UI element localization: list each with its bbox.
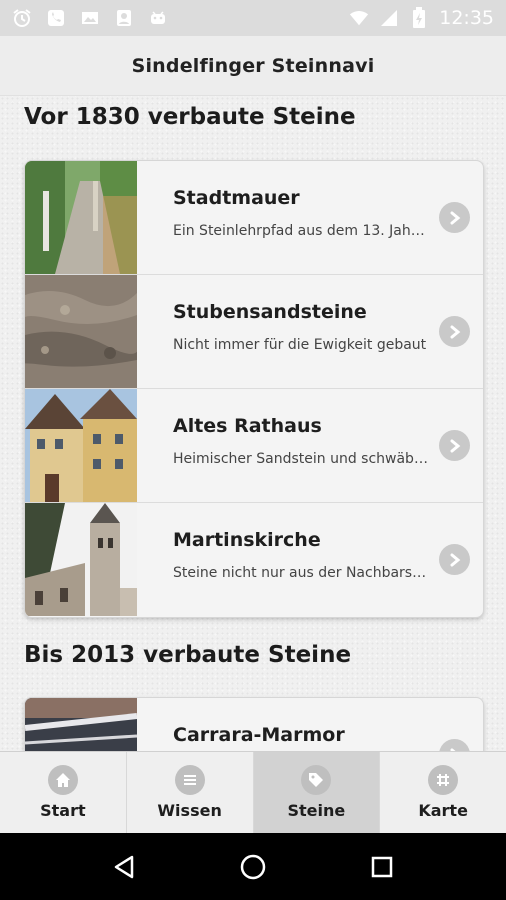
phone-icon: [46, 8, 66, 28]
back-icon[interactable]: [104, 847, 144, 887]
nav-label: Steine: [287, 801, 346, 820]
status-bar: 12:35: [0, 0, 506, 36]
home-circle-icon[interactable]: [233, 847, 273, 887]
chevron-right-icon[interactable]: [439, 544, 470, 575]
section-title-until-2013: Bis 2013 verbaute Steine: [24, 642, 352, 668]
stone-list-card-until-2013: Carrara-Marmor: [24, 697, 484, 751]
carrara-marmor-thumbnail: [25, 698, 137, 751]
page-title: Sindelfinger Steinnavi: [131, 54, 375, 77]
chevron-right-icon[interactable]: [439, 316, 470, 347]
stadtmauer-thumbnail: [25, 161, 137, 274]
home-icon: [47, 765, 78, 795]
content-scroll-area[interactable]: Vor 1830 verbaute Steine Stadtmauer Ein …: [0, 96, 506, 751]
nav-tab-karte[interactable]: Karte: [380, 752, 506, 833]
account-icon: [114, 8, 134, 28]
list-item-martinskirche[interactable]: Martinskirche Steine nicht nur aus der N…: [25, 503, 483, 617]
list-item-stadtmauer[interactable]: Stadtmauer Ein Steinlehrpfad aus dem 13.…: [25, 161, 483, 275]
item-subtitle: Steine nicht nur aus der Nachbarschaft: [173, 565, 429, 581]
bottom-navigation: Start Wissen Steine Karte: [0, 751, 506, 833]
stubensandsteine-thumbnail: [25, 275, 137, 388]
item-title: Stubensandsteine: [173, 301, 367, 323]
list-item-stubensandsteine[interactable]: Stubensandsteine Nicht immer für die Ewi…: [25, 275, 483, 389]
chevron-right-icon[interactable]: [439, 430, 470, 461]
list-item-carrara-marmor[interactable]: Carrara-Marmor: [25, 698, 483, 751]
item-title: Martinskirche: [173, 529, 321, 551]
battery-icon: [409, 7, 429, 28]
tag-icon: [301, 765, 332, 795]
nav-tab-steine[interactable]: Steine: [253, 752, 381, 833]
section-title-before-1830: Vor 1830 verbaute Steine: [24, 104, 356, 130]
item-title: Stadtmauer: [173, 187, 300, 209]
wifi-icon: [349, 8, 369, 28]
system-navigation-bar: [0, 833, 506, 900]
item-subtitle: Heimischer Sandstein und schwäbisches Fa…: [173, 451, 429, 467]
item-subtitle: Nicht immer für die Ewigkeit gebaut: [173, 337, 427, 353]
list-item-altes-rathaus[interactable]: Altes Rathaus Heimischer Sandstein und s…: [25, 389, 483, 503]
recents-icon[interactable]: [362, 847, 402, 887]
app-bar: Sindelfinger Steinnavi: [0, 36, 506, 96]
signal-icon: [379, 8, 399, 28]
altes-rathaus-thumbnail: [25, 389, 137, 502]
status-time: 12:35: [439, 7, 494, 29]
nav-tab-start[interactable]: Start: [0, 752, 127, 833]
nav-label: Wissen: [157, 801, 222, 820]
item-subtitle: Ein Steinlehrpfad aus dem 13. Jahrhunder…: [173, 223, 429, 239]
martinskirche-thumbnail: [25, 503, 137, 616]
item-title: Altes Rathaus: [173, 415, 322, 437]
nav-tab-wissen[interactable]: Wissen: [127, 752, 254, 833]
alarm-icon: [12, 8, 32, 28]
stone-list-card-before-1830: Stadtmauer Ein Steinlehrpfad aus dem 13.…: [24, 160, 484, 618]
nav-label: Karte: [418, 801, 468, 820]
grid-icon: [428, 765, 459, 795]
menu-icon: [174, 765, 205, 795]
chevron-right-icon[interactable]: [439, 202, 470, 233]
android-icon: [148, 8, 168, 28]
item-title: Carrara-Marmor: [173, 724, 345, 746]
image-icon: [80, 8, 100, 28]
nav-label: Start: [40, 801, 86, 820]
